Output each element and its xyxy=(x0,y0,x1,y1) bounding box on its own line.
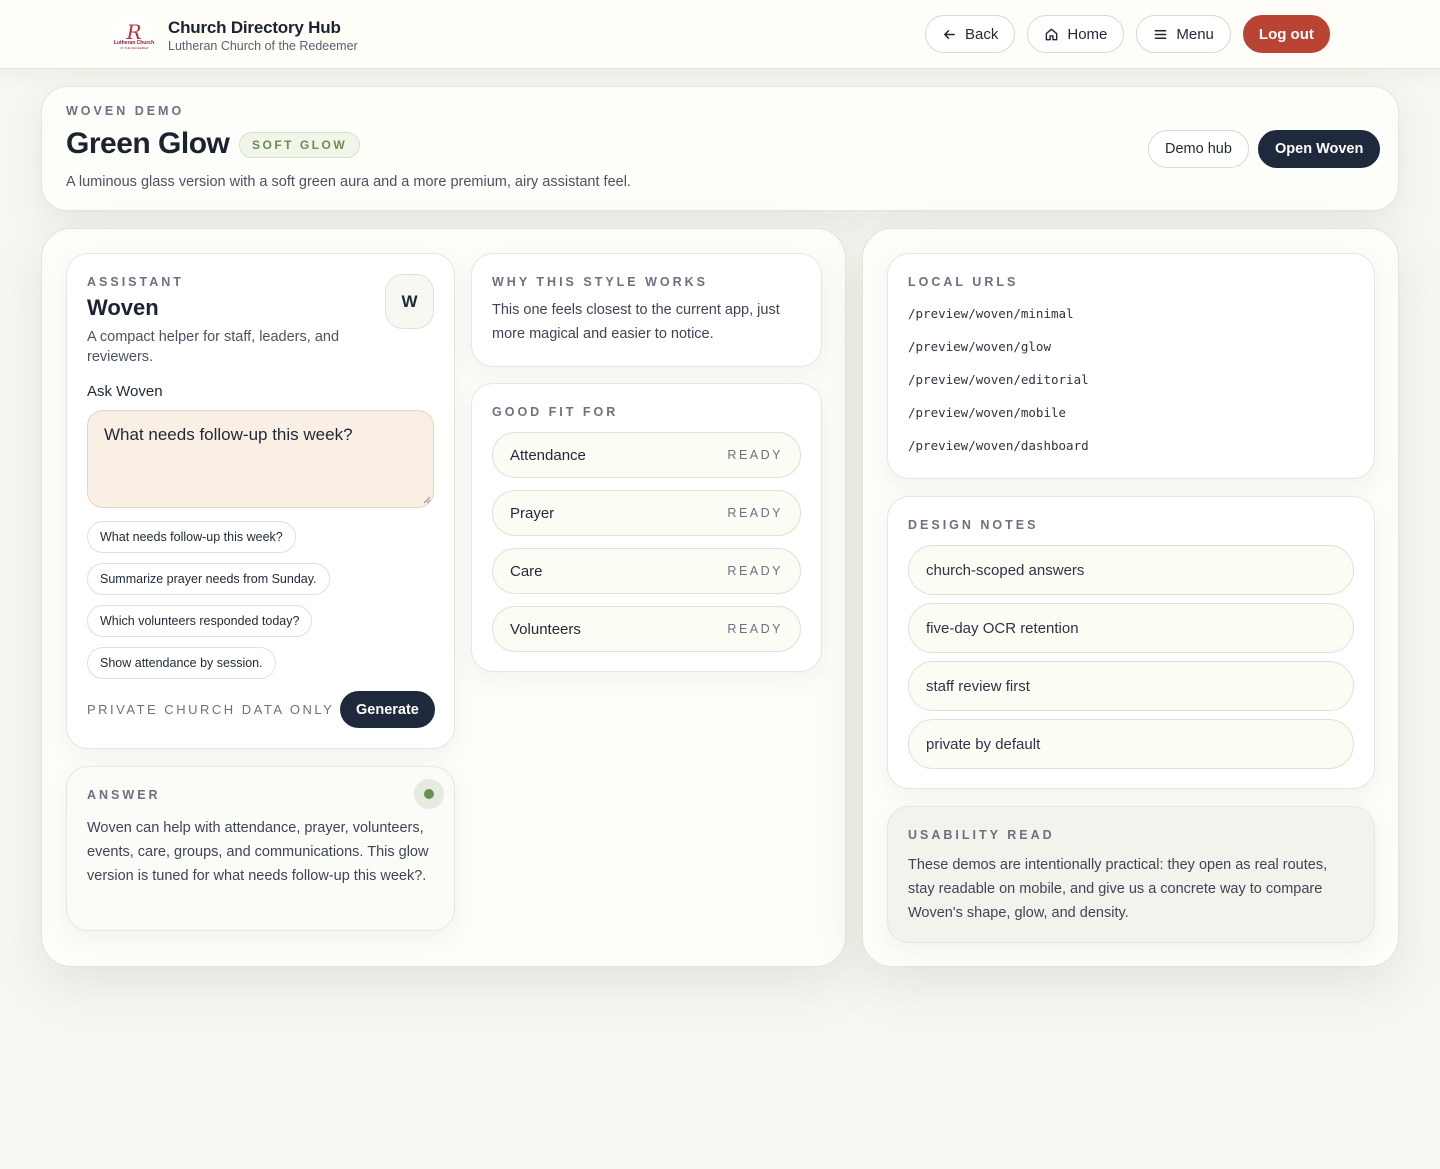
fit-status: READY xyxy=(727,564,783,578)
assistant-eyebrow: ASSISTANT xyxy=(87,275,184,289)
fit-item-prayer[interactable]: Prayer READY xyxy=(492,490,801,536)
url-link[interactable]: /preview/woven/glow xyxy=(908,339,1051,354)
why-card: WHY THIS STYLE WORKS This one feels clos… xyxy=(471,253,822,367)
privacy-note: PRIVATE CHURCH DATA ONLY xyxy=(87,702,335,717)
design-note-item: church-scoped answers xyxy=(908,545,1354,595)
ask-input[interactable]: What needs follow-up this week? xyxy=(87,410,434,508)
usability-text: These demos are intentionally practical:… xyxy=(908,857,1328,921)
url-link[interactable]: /preview/woven/minimal xyxy=(908,306,1074,321)
design-notes-eyebrow: DESIGN NOTES xyxy=(908,518,1039,532)
status-dot-icon xyxy=(424,789,434,799)
brand[interactable]: R Lutheran Church OF THE REDEEMER Church… xyxy=(112,14,358,58)
local-urls-card: LOCAL URLS /preview/woven/minimal /previ… xyxy=(887,253,1375,479)
app-subtitle: Lutheran Church of the Redeemer xyxy=(168,39,358,53)
assistant-description: A compact helper for staff, leaders, and… xyxy=(87,329,340,365)
design-note-item: private by default xyxy=(908,719,1354,769)
fit-label: Attendance xyxy=(510,446,586,464)
fit-label: Prayer xyxy=(510,504,555,522)
menu-label: Menu xyxy=(1176,25,1214,43)
answer-card: ANSWER Woven can help with attendance, p… xyxy=(66,766,455,931)
style-tag: SOFT GLOW xyxy=(239,132,361,158)
generate-button[interactable]: Generate xyxy=(340,691,435,728)
design-note-item: staff review first xyxy=(908,661,1354,711)
logout-button[interactable]: Log out xyxy=(1242,15,1330,53)
church-logo: R Lutheran Church OF THE REDEEMER xyxy=(112,14,156,58)
suggestion-chip[interactable]: What needs follow-up this week? xyxy=(87,521,296,553)
why-text: This one feels closest to the current ap… xyxy=(492,302,780,342)
top-bar: R Lutheran Church OF THE REDEEMER Church… xyxy=(0,0,1440,69)
resize-grip-icon[interactable] xyxy=(423,496,431,504)
assistant-avatar: W xyxy=(385,274,434,329)
logo-line-2: OF THE REDEEMER xyxy=(119,45,149,50)
home-label: Home xyxy=(1067,25,1108,43)
good-fit-eyebrow: GOOD FIT FOR xyxy=(492,405,619,419)
usability-eyebrow: USABILITY READ xyxy=(908,828,1055,842)
url-link[interactable]: /preview/woven/dashboard xyxy=(908,438,1089,453)
home-button[interactable]: Home xyxy=(1027,15,1125,53)
header-description: A luminous glass version with a soft gre… xyxy=(66,174,631,190)
fit-status: READY xyxy=(727,506,783,520)
fit-status: READY xyxy=(727,448,783,462)
fit-item-care[interactable]: Care READY xyxy=(492,548,801,594)
fit-label: Volunteers xyxy=(510,620,581,638)
demo-header: WOVEN DEMO Green Glow SOFT GLOW A lumino… xyxy=(41,86,1399,211)
local-urls-eyebrow: LOCAL URLS xyxy=(908,275,1019,289)
fit-item-volunteers[interactable]: Volunteers READY xyxy=(492,606,801,652)
logo-mark: R xyxy=(126,19,142,44)
back-label: Back xyxy=(965,25,999,43)
ask-label: Ask Woven xyxy=(87,383,163,400)
suggestion-chip[interactable]: Summarize prayer needs from Sunday. xyxy=(87,563,330,595)
fit-status: READY xyxy=(727,622,783,636)
app-title: Church Directory Hub xyxy=(168,18,341,37)
page-title: Green Glow xyxy=(66,127,230,160)
header-eyebrow: WOVEN DEMO xyxy=(66,104,185,118)
status-indicator xyxy=(414,779,444,809)
info-panel: LOCAL URLS /preview/woven/minimal /previ… xyxy=(862,228,1399,967)
menu-button[interactable]: Menu xyxy=(1136,15,1231,53)
suggestion-chip[interactable]: Which volunteers responded today? xyxy=(87,605,313,637)
suggestion-chip[interactable]: Show attendance by session. xyxy=(87,647,276,679)
url-link[interactable]: /preview/woven/mobile xyxy=(908,405,1066,420)
design-notes-card: DESIGN NOTES church-scoped answers five-… xyxy=(887,496,1375,789)
assistant-card: ASSISTANT Woven A compact helper for sta… xyxy=(66,253,455,749)
answer-eyebrow: ANSWER xyxy=(87,788,161,802)
assistant-title: Woven xyxy=(87,295,159,320)
demo-hub-button[interactable]: Demo hub xyxy=(1148,130,1249,168)
url-link[interactable]: /preview/woven/editorial xyxy=(908,372,1089,387)
brand-text: Church Directory Hub Lutheran Church of … xyxy=(168,18,358,54)
menu-icon xyxy=(1155,29,1167,39)
demo-panel: ASSISTANT Woven A compact helper for sta… xyxy=(41,228,846,967)
open-woven-button[interactable]: Open Woven xyxy=(1258,130,1381,168)
fit-item-attendance[interactable]: Attendance READY xyxy=(492,432,801,478)
design-note-item: five-day OCR retention xyxy=(908,603,1354,653)
usability-card: USABILITY READ These demos are intention… xyxy=(887,806,1375,943)
back-button[interactable]: Back xyxy=(925,15,1016,53)
arrow-left-icon xyxy=(944,29,955,39)
top-nav: Back Home Menu Log out xyxy=(925,15,1330,53)
good-fit-card: GOOD FIT FOR Attendance READY Prayer REA… xyxy=(471,383,822,672)
why-eyebrow: WHY THIS STYLE WORKS xyxy=(492,275,709,289)
answer-text: Woven can help with attendance, prayer, … xyxy=(87,820,429,884)
fit-label: Care xyxy=(510,562,543,580)
home-icon xyxy=(1046,28,1058,40)
